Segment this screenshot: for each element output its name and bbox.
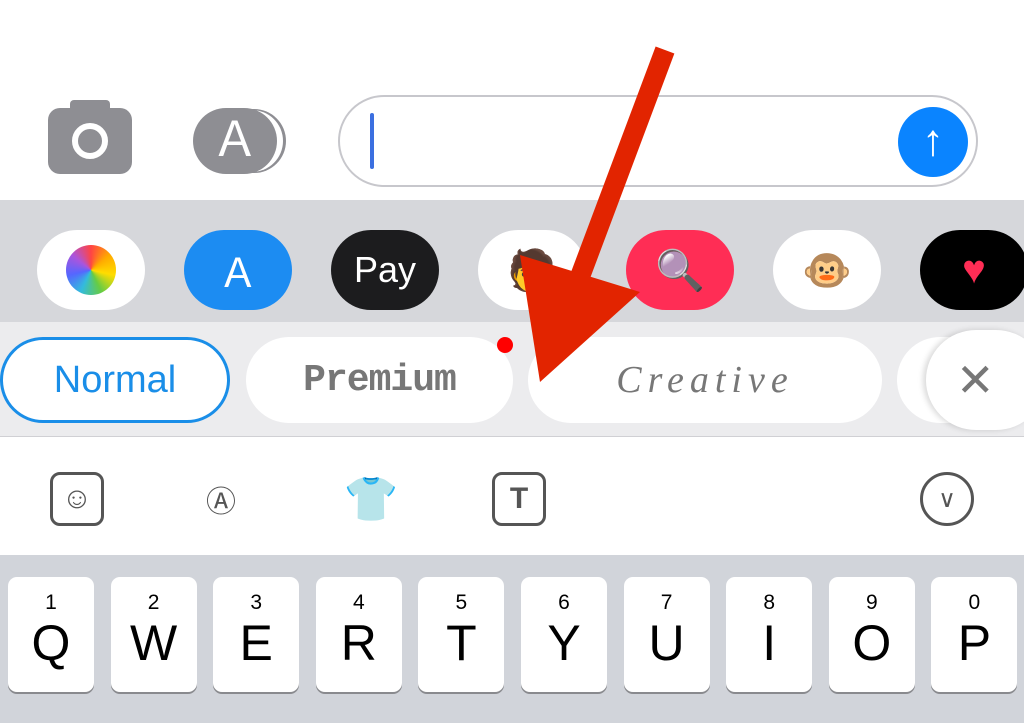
arrow-head (520, 255, 640, 382)
arrow-shaft (565, 46, 675, 294)
red-arrow-annotation (520, 46, 675, 382)
